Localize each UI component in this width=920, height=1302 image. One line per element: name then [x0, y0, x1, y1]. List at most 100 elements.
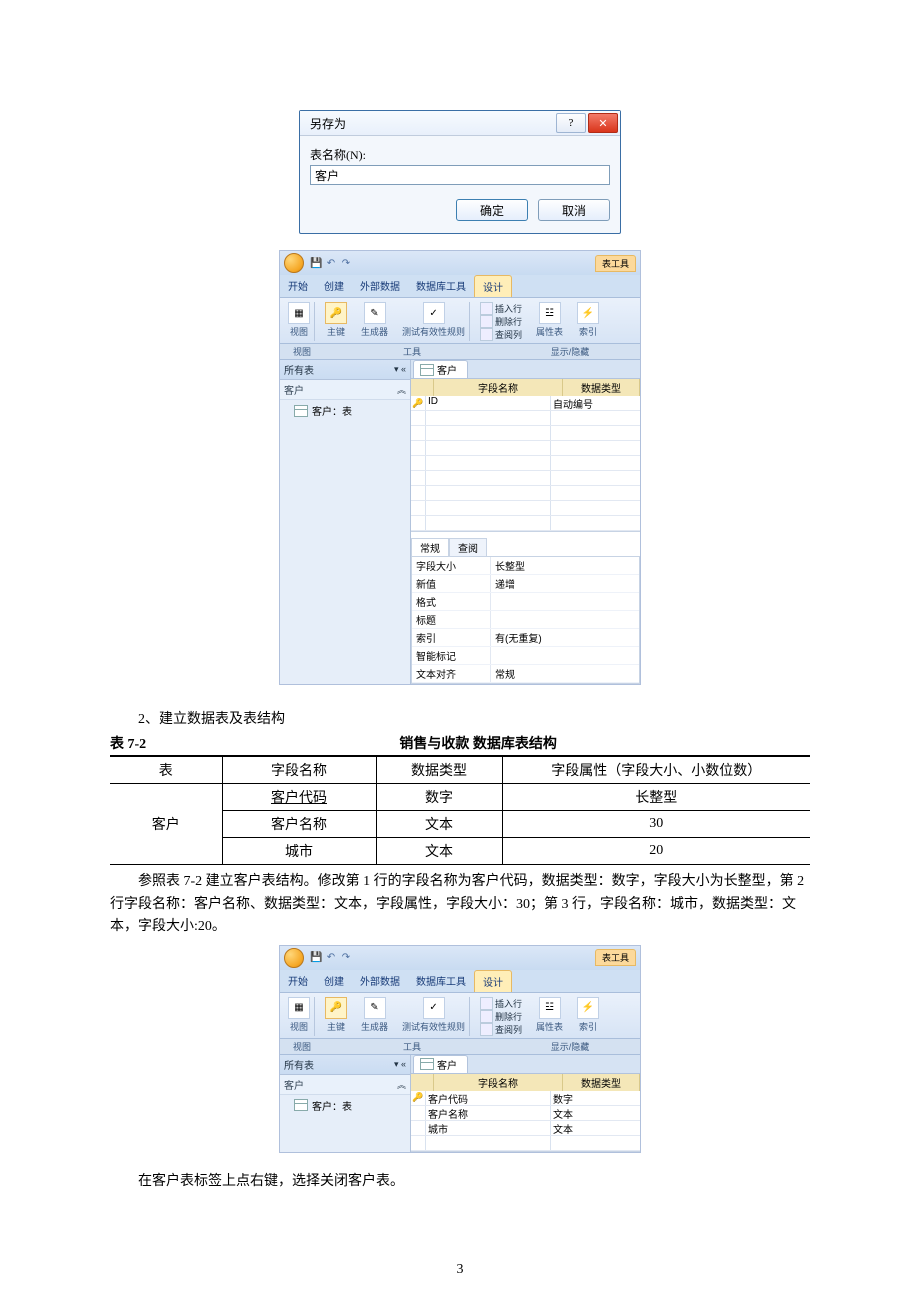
nav-category[interactable]: 客户 [284, 382, 304, 397]
nav-header[interactable]: 所有表 [284, 1057, 314, 1072]
lookup-col-icon[interactable] [480, 1023, 493, 1036]
tab-design[interactable]: 设计 [474, 275, 512, 297]
delete-row-label[interactable]: 删除行 [495, 1010, 522, 1023]
property-value[interactable] [491, 593, 639, 610]
row-selector[interactable]: 🔑 [411, 1091, 426, 1105]
lookup-col-label[interactable]: 查阅列 [495, 328, 522, 341]
row-selector[interactable] [411, 426, 426, 440]
row-selector[interactable] [411, 411, 426, 425]
cell-data-type[interactable] [551, 516, 640, 530]
nav-header[interactable]: 所有表 [284, 362, 314, 377]
design-row[interactable] [411, 441, 640, 456]
cell-field-name[interactable] [426, 501, 551, 515]
office-button[interactable] [284, 253, 304, 273]
property-row[interactable]: 格式 [412, 593, 639, 611]
property-value[interactable]: 递增 [491, 575, 639, 592]
undo-icon[interactable]: ↶ [325, 952, 337, 963]
cell-field-name[interactable]: 客户名称 [426, 1106, 551, 1120]
cell-data-type[interactable]: 自动编号 [551, 396, 640, 410]
cell-field-name[interactable]: ID [426, 396, 551, 410]
insert-row-icon[interactable] [480, 302, 493, 315]
save-icon[interactable]: 💾 [310, 952, 322, 963]
cell-field-name[interactable] [426, 426, 551, 440]
property-value[interactable]: 常规 [491, 665, 639, 682]
row-selector[interactable] [411, 1106, 426, 1120]
cell-data-type[interactable]: 文本 [551, 1106, 640, 1120]
nav-dropdown-icon[interactable]: ▾ « [394, 1059, 406, 1070]
design-row[interactable] [411, 516, 640, 531]
help-button[interactable]: ? [556, 113, 586, 133]
test-rules-icon[interactable]: ✓ [423, 302, 445, 324]
design-row[interactable] [411, 471, 640, 486]
property-sheet-icon[interactable]: ☳ [539, 997, 561, 1019]
cell-data-type[interactable] [551, 1136, 640, 1150]
row-selector[interactable] [411, 1136, 426, 1150]
cell-data-type[interactable]: 数字 [551, 1091, 640, 1105]
design-row[interactable] [411, 486, 640, 501]
document-tab[interactable]: 客户 [413, 360, 468, 378]
tab-design[interactable]: 设计 [474, 970, 512, 992]
undo-icon[interactable]: ↶ [325, 258, 337, 269]
cell-data-type[interactable] [551, 411, 640, 425]
cell-field-name[interactable]: 城市 [426, 1121, 551, 1135]
redo-icon[interactable]: ↷ [340, 258, 352, 269]
row-selector[interactable] [411, 471, 426, 485]
save-icon[interactable]: 💾 [310, 258, 322, 269]
cell-field-name[interactable] [426, 441, 551, 455]
builder-icon[interactable]: ✎ [364, 302, 386, 324]
tab-home[interactable]: 开始 [280, 970, 316, 992]
tab-home[interactable]: 开始 [280, 275, 316, 297]
property-row[interactable]: 文本对齐常规 [412, 665, 639, 683]
lookup-col-icon[interactable] [480, 328, 493, 341]
row-selector[interactable] [411, 486, 426, 500]
lookup-col-label[interactable]: 查阅列 [495, 1023, 522, 1036]
office-button[interactable] [284, 948, 304, 968]
design-row[interactable]: 🔑ID自动编号 [411, 396, 640, 411]
cell-field-name[interactable] [426, 456, 551, 470]
insert-row-label[interactable]: 插入行 [495, 997, 522, 1010]
row-selector[interactable] [411, 1121, 426, 1135]
view-icon[interactable]: ▦ [288, 997, 310, 1019]
cell-field-name[interactable]: 客户代码 [426, 1091, 551, 1105]
close-button[interactable]: ✕ [588, 113, 618, 133]
nav-dropdown-icon[interactable]: ▾ « [394, 364, 406, 375]
design-row[interactable] [411, 456, 640, 471]
insert-row-icon[interactable] [480, 997, 493, 1010]
row-selector[interactable]: 🔑 [411, 396, 426, 410]
tab-external[interactable]: 外部数据 [352, 970, 408, 992]
prop-tab-general[interactable]: 常规 [411, 538, 449, 556]
cell-data-type[interactable] [551, 456, 640, 470]
nav-item-customer-table[interactable]: 客户：表 [280, 1095, 410, 1116]
ok-button[interactable]: 确定 [456, 199, 528, 221]
nav-category[interactable]: 客户 [284, 1077, 304, 1092]
tab-dbtools[interactable]: 数据库工具 [408, 970, 474, 992]
cell-data-type[interactable] [551, 486, 640, 500]
property-row[interactable]: 新值递增 [412, 575, 639, 593]
test-rules-icon[interactable]: ✓ [423, 997, 445, 1019]
nav-item-customer-table[interactable]: 客户：表 [280, 400, 410, 421]
property-value[interactable]: 长整型 [491, 557, 639, 574]
delete-row-label[interactable]: 删除行 [495, 315, 522, 328]
row-selector[interactable] [411, 456, 426, 470]
property-row[interactable]: 智能标记 [412, 647, 639, 665]
nav-collapse-icon[interactable]: ︽ [397, 1078, 406, 1091]
cancel-button[interactable]: 取消 [538, 199, 610, 221]
design-row[interactable]: 城市文本 [411, 1121, 640, 1136]
builder-icon[interactable]: ✎ [364, 997, 386, 1019]
delete-row-icon[interactable] [480, 315, 493, 328]
nav-collapse-icon[interactable]: ︽ [397, 383, 406, 396]
design-row[interactable]: 🔑客户代码数字 [411, 1091, 640, 1106]
property-row[interactable]: 字段大小长整型 [412, 557, 639, 575]
cell-field-name[interactable] [426, 471, 551, 485]
tab-external[interactable]: 外部数据 [352, 275, 408, 297]
tab-create[interactable]: 创建 [316, 970, 352, 992]
property-value[interactable] [491, 611, 639, 628]
tab-dbtools[interactable]: 数据库工具 [408, 275, 474, 297]
cell-field-name[interactable] [426, 411, 551, 425]
row-selector[interactable] [411, 501, 426, 515]
property-row[interactable]: 索引有(无重复) [412, 629, 639, 647]
primary-key-icon[interactable]: 🔑 [325, 302, 347, 324]
property-value[interactable] [491, 647, 639, 664]
cell-data-type[interactable] [551, 441, 640, 455]
property-value[interactable]: 有(无重复) [491, 629, 639, 646]
